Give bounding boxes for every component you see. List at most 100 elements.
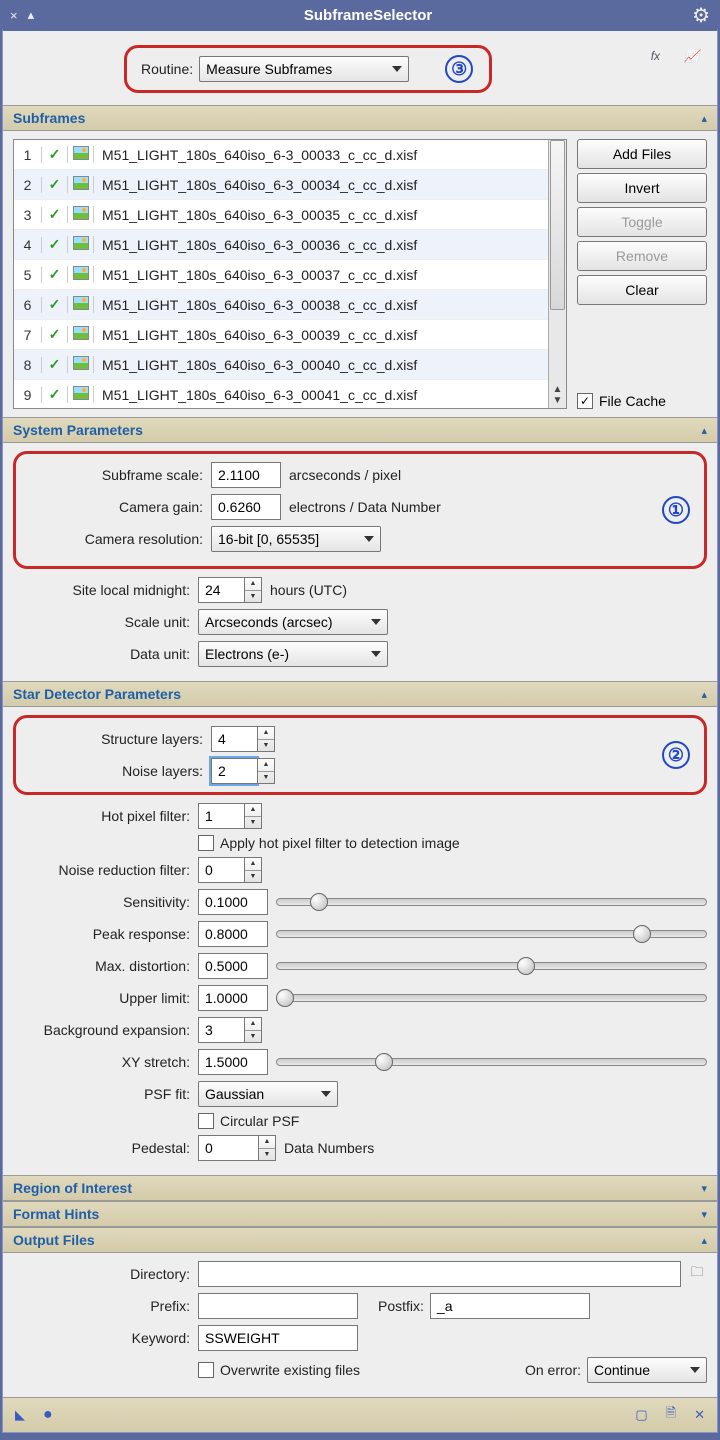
- scale-unit-dropdown[interactable]: Arcseconds (arcsec): [198, 609, 388, 635]
- overwrite-checkbox[interactable]: [198, 1362, 214, 1378]
- camera-gain-input[interactable]: 0.6260: [211, 494, 281, 520]
- chevron-up-icon: ▴: [701, 424, 707, 437]
- image-icon: [68, 326, 94, 343]
- file-name: M51_LIGHT_180s_640iso_6-3_00033_c_cc_d.x…: [94, 147, 417, 163]
- checkmark-icon: ✓: [42, 266, 68, 283]
- camera-resolution-dropdown[interactable]: 16-bit [0, 65535]: [211, 526, 381, 552]
- annotation-1: ①: [662, 496, 690, 524]
- sensitivity-slider[interactable]: [276, 892, 707, 912]
- routine-label: Routine:: [141, 61, 193, 77]
- table-row[interactable]: 6✓M51_LIGHT_180s_640iso_6-3_00038_c_cc_d…: [14, 290, 548, 320]
- shade-icon[interactable]: ▴: [28, 7, 35, 23]
- gear-icon[interactable]: ⚙: [692, 3, 710, 28]
- scrollbar-thumb[interactable]: [550, 140, 565, 310]
- checkmark-icon: ✓: [42, 356, 68, 373]
- image-icon: [68, 206, 94, 223]
- hot-pixel-checkbox[interactable]: [198, 835, 214, 851]
- apply-icon[interactable]: ●: [43, 1406, 53, 1424]
- row-index: 6: [14, 297, 42, 313]
- peak-response-slider[interactable]: [276, 924, 707, 944]
- image-icon: [68, 176, 94, 193]
- hot-pixel-spinner[interactable]: 1 ▲▼: [198, 803, 262, 829]
- site-midnight-spinner[interactable]: 24 ▲▼: [198, 577, 262, 603]
- section-header-system[interactable]: System Parameters ▴: [3, 417, 717, 443]
- close-icon[interactable]: ×: [10, 8, 18, 23]
- noise-reduction-spinner[interactable]: 0 ▲▼: [198, 857, 262, 883]
- table-row[interactable]: 9✓M51_LIGHT_180s_640iso_6-3_00041_c_cc_d…: [14, 380, 548, 408]
- routine-dropdown[interactable]: Measure Subframes: [199, 56, 409, 82]
- row-index: 9: [14, 387, 42, 403]
- add-files-button[interactable]: Add Files: [577, 139, 707, 169]
- table-row[interactable]: 5✓M51_LIGHT_180s_640iso_6-3_00037_c_cc_d…: [14, 260, 548, 290]
- keyword-input[interactable]: SSWEIGHT: [198, 1325, 358, 1351]
- remove-button[interactable]: Remove: [577, 241, 707, 271]
- image-icon: [68, 236, 94, 253]
- statusbar: ◣ ● ▢ 🗎 ✕: [3, 1397, 717, 1432]
- section-header-roi[interactable]: Region of Interest ▾: [3, 1175, 717, 1201]
- noise-layers-spinner[interactable]: 2 ▲▼: [211, 758, 275, 784]
- file-name: M51_LIGHT_180s_640iso_6-3_00034_c_cc_d.x…: [94, 177, 417, 193]
- graph-icon[interactable]: 📈: [684, 49, 699, 63]
- row-index: 5: [14, 267, 42, 283]
- psf-fit-dropdown[interactable]: Gaussian: [198, 1081, 338, 1107]
- row-index: 8: [14, 357, 42, 373]
- table-row[interactable]: 1✓M51_LIGHT_180s_640iso_6-3_00033_c_cc_d…: [14, 140, 548, 170]
- table-row[interactable]: 8✓M51_LIGHT_180s_640iso_6-3_00040_c_cc_d…: [14, 350, 548, 380]
- on-error-dropdown[interactable]: Continue: [587, 1357, 707, 1383]
- cancel-icon[interactable]: ✕: [694, 1407, 705, 1423]
- row-index: 4: [14, 237, 42, 253]
- expression-icon[interactable]: fx: [651, 49, 660, 63]
- table-row[interactable]: 3✓M51_LIGHT_180s_640iso_6-3_00035_c_cc_d…: [14, 200, 548, 230]
- xy-stretch-slider[interactable]: [276, 1052, 707, 1072]
- table-row[interactable]: 2✓M51_LIGHT_180s_640iso_6-3_00034_c_cc_d…: [14, 170, 548, 200]
- image-icon: [68, 266, 94, 283]
- postfix-input[interactable]: _a: [430, 1293, 590, 1319]
- window-body: Routine: Measure Subframes ③ fx 📈 Subfra…: [2, 28, 718, 1433]
- circular-psf-checkbox[interactable]: [198, 1113, 214, 1129]
- peak-response-input[interactable]: 0.8000: [198, 921, 268, 947]
- checkmark-icon: ✓: [42, 236, 68, 253]
- max-distortion-input[interactable]: 0.5000: [198, 953, 268, 979]
- scrollbar[interactable]: ▲▼: [548, 140, 566, 408]
- section-body-system: ① Subframe scale: 2.1100 arcseconds / pi…: [3, 443, 717, 681]
- toggle-button[interactable]: Toggle: [577, 207, 707, 237]
- section-header-output[interactable]: Output Files ▴: [3, 1227, 717, 1253]
- window-title: SubframeSelector: [44, 7, 692, 24]
- clear-button[interactable]: Clear: [577, 275, 707, 305]
- section-body-star: ② Structure layers: 4 ▲▼ Noise layers: 2…: [3, 707, 717, 1175]
- background-expansion-spinner[interactable]: 3 ▲▼: [198, 1017, 262, 1043]
- checkmark-icon: ✓: [42, 296, 68, 313]
- max-distortion-slider[interactable]: [276, 956, 707, 976]
- file-cache-checkbox[interactable]: ✓: [577, 393, 593, 409]
- chevron-down-icon: ▾: [701, 1182, 707, 1195]
- chevron-up-icon: ▴: [701, 1234, 707, 1247]
- data-unit-dropdown[interactable]: Electrons (e-): [198, 641, 388, 667]
- upper-limit-slider[interactable]: [276, 988, 707, 1008]
- doc-icon[interactable]: 🗎: [666, 1404, 676, 1426]
- file-name: M51_LIGHT_180s_640iso_6-3_00035_c_cc_d.x…: [94, 207, 417, 223]
- file-name: M51_LIGHT_180s_640iso_6-3_00036_c_cc_d.x…: [94, 237, 417, 253]
- sensitivity-input[interactable]: 0.1000: [198, 889, 268, 915]
- checkmark-icon: ✓: [42, 176, 68, 193]
- pedestal-spinner[interactable]: 0 ▲▼: [198, 1135, 276, 1161]
- file-name: M51_LIGHT_180s_640iso_6-3_00039_c_cc_d.x…: [94, 327, 417, 343]
- xy-stretch-input[interactable]: 1.5000: [198, 1049, 268, 1075]
- subframe-scale-input[interactable]: 2.1100: [211, 462, 281, 488]
- upper-limit-input[interactable]: 1.0000: [198, 985, 268, 1011]
- section-header-star[interactable]: Star Detector Parameters ▴: [3, 681, 717, 707]
- directory-input[interactable]: [198, 1261, 681, 1287]
- invert-button[interactable]: Invert: [577, 173, 707, 203]
- section-header-hints[interactable]: Format Hints ▾: [3, 1201, 717, 1227]
- section-header-subframes[interactable]: Subframes ▴: [3, 105, 717, 131]
- reset-icon[interactable]: ▢: [635, 1407, 647, 1423]
- file-list[interactable]: 1✓M51_LIGHT_180s_640iso_6-3_00033_c_cc_d…: [13, 139, 567, 409]
- checkmark-icon: ✓: [42, 146, 68, 163]
- table-row[interactable]: 4✓ M51_LIGHT_180s_640iso_6-3_00036_c_cc_d…: [14, 230, 548, 260]
- prefix-input[interactable]: [198, 1293, 358, 1319]
- browse-folder-icon[interactable]: 🗀: [687, 1263, 707, 1285]
- routine-highlight-box: Routine: Measure Subframes ③: [124, 45, 492, 93]
- new-instance-icon[interactable]: ◣: [15, 1407, 25, 1423]
- structure-layers-spinner[interactable]: 4 ▲▼: [211, 726, 275, 752]
- table-row[interactable]: 7✓M51_LIGHT_180s_640iso_6-3_00039_c_cc_d…: [14, 320, 548, 350]
- image-icon: [68, 356, 94, 373]
